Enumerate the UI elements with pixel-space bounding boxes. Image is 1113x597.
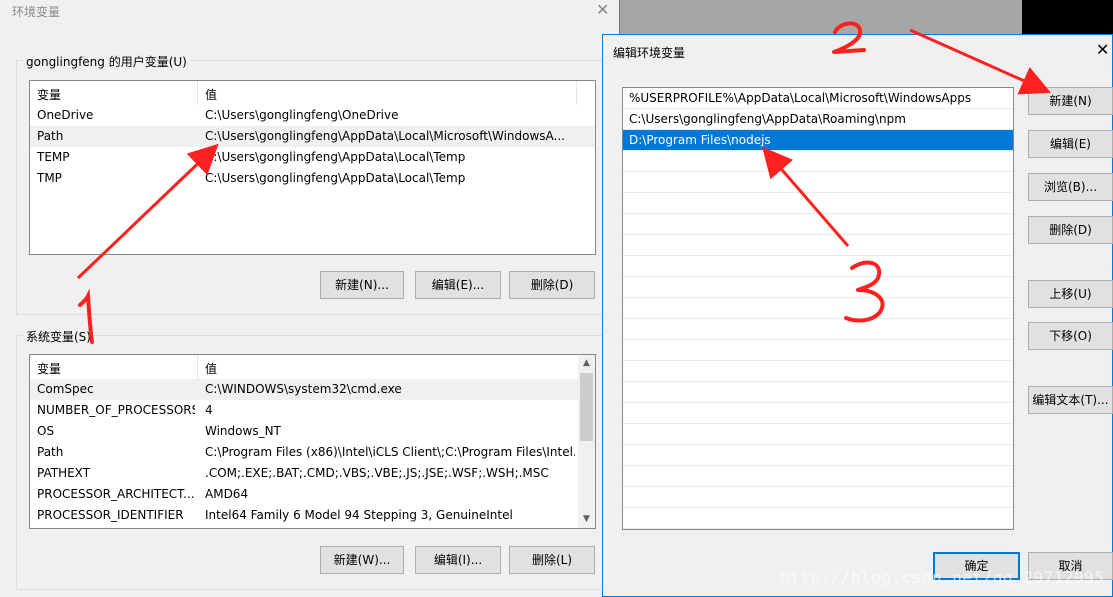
user-variables-list[interactable]: 变量 值 OneDrive C:\Users\gonglingfeng\OneD…: [29, 80, 596, 255]
variable-value: AMD64: [205, 487, 249, 501]
new-button[interactable]: 新建(N): [1028, 87, 1113, 115]
path-entries-list[interactable]: %USERPROFILE%\AppData\Local\Microsoft\Wi…: [622, 87, 1014, 530]
table-row-selected[interactable]: Path C:\Users\gonglingfeng\AppData\Local…: [30, 126, 595, 147]
scroll-up-icon[interactable]: ▲: [578, 355, 595, 372]
variable-value: C:\Users\gonglingfeng\AppData\Local\Temp: [205, 150, 466, 164]
empty-list-item[interactable]: [623, 466, 1013, 487]
variable-name: ComSpec: [37, 382, 94, 396]
list-item[interactable]: %USERPROFILE%\AppData\Local\Microsoft\Wi…: [623, 88, 1013, 109]
table-row[interactable]: PROCESSOR_ARCHITECT... AMD64: [30, 484, 595, 505]
table-row[interactable]: PROCESSOR_IDENTIFIER Intel64 Family 6 Mo…: [30, 505, 595, 526]
empty-list-item[interactable]: [623, 487, 1013, 508]
table-row[interactable]: OS Windows_NT: [30, 421, 595, 442]
empty-list-item[interactable]: [623, 445, 1013, 466]
close-icon[interactable]: ✕: [596, 0, 609, 20]
empty-list-item[interactable]: [623, 382, 1013, 403]
edit-text-button[interactable]: 编辑文本(T)...: [1028, 386, 1113, 414]
empty-list-item[interactable]: [623, 508, 1013, 529]
empty-list-item[interactable]: [623, 424, 1013, 445]
browse-button[interactable]: 浏览(B)...: [1028, 173, 1113, 201]
variable-name: NUMBER_OF_PROCESSORS: [37, 403, 195, 417]
system-edit-button[interactable]: 编辑(I)...: [415, 546, 501, 574]
dialog-title: 编辑环境变量: [613, 46, 686, 60]
variable-value: .COM;.EXE;.BAT;.CMD;.VBS;.VBE;.JS;.JSE;.…: [205, 466, 549, 480]
empty-list-item[interactable]: [623, 235, 1013, 256]
list-header: 变量 值: [30, 355, 595, 379]
column-header-value[interactable]: 值: [205, 86, 217, 103]
variable-name: TMP: [37, 171, 62, 185]
column-header-value[interactable]: 值: [205, 360, 217, 377]
variable-value: Windows_NT: [205, 424, 281, 438]
variable-value: C:\Users\gonglingfeng\AppData\Local\Temp: [205, 171, 466, 185]
table-row[interactable]: OneDrive C:\Users\gonglingfeng\OneDrive: [30, 105, 595, 126]
variable-name: TEMP: [37, 150, 70, 164]
empty-list-item[interactable]: [623, 193, 1013, 214]
table-row[interactable]: PATHEXT .COM;.EXE;.BAT;.CMD;.VBS;.VBE;.J…: [30, 463, 595, 484]
edit-environment-variable-dialog: 编辑环境变量 ✕ %USERPROFILE%\AppData\Local\Mic…: [602, 34, 1113, 597]
system-variables-list[interactable]: 变量 值 ComSpec C:\WINDOWS\system32\cmd.exe…: [29, 354, 596, 529]
user-delete-button[interactable]: 删除(D): [509, 271, 595, 299]
column-header-variable[interactable]: 变量: [37, 360, 61, 377]
empty-list-item[interactable]: [623, 340, 1013, 361]
move-down-button[interactable]: 下移(O): [1028, 322, 1113, 350]
variable-value: C:\Users\gonglingfeng\OneDrive: [205, 108, 399, 122]
empty-list-item[interactable]: [623, 319, 1013, 340]
variable-name: Path: [37, 445, 64, 459]
variable-value: C:\Program Files (x86)\Intel\iCLS Client…: [205, 445, 575, 459]
close-icon[interactable]: ✕: [1096, 40, 1109, 60]
window-title: 环境变量: [12, 5, 61, 19]
variable-name: Path: [37, 129, 64, 143]
edit-button[interactable]: 编辑(E): [1028, 130, 1113, 158]
user-variables-label: gonglingfeng 的用户变量(U): [23, 53, 190, 70]
variable-value: 4: [205, 403, 213, 417]
system-new-button[interactable]: 新建(W)...: [320, 546, 404, 574]
system-variables-label: 系统变量(S): [23, 328, 94, 345]
column-header-variable[interactable]: 变量: [37, 86, 61, 103]
variable-name: OS: [37, 424, 55, 438]
empty-list-item[interactable]: [623, 151, 1013, 172]
list-item[interactable]: C:\Users\gonglingfeng\AppData\Roaming\np…: [623, 109, 1013, 130]
vertical-scrollbar[interactable]: ▲ ▼: [578, 355, 595, 528]
list-item-selected[interactable]: D:\Program Files\nodejs: [623, 130, 1013, 151]
variable-value: C:\WINDOWS\system32\cmd.exe: [205, 382, 402, 396]
environment-variables-window: 环境变量 ✕ gonglingfeng 的用户变量(U) 变量 值 OneDri…: [0, 0, 620, 597]
user-new-button[interactable]: 新建(N)...: [320, 271, 404, 299]
table-row[interactable]: Path C:\Program Files (x86)\Intel\iCLS C…: [30, 442, 595, 463]
table-row[interactable]: TMP C:\Users\gonglingfeng\AppData\Local\…: [30, 168, 595, 189]
variable-value: C:\Users\gonglingfeng\AppData\Local\Micr…: [205, 129, 565, 143]
empty-list-item[interactable]: [623, 256, 1013, 277]
user-edit-button[interactable]: 编辑(E)...: [415, 271, 501, 299]
scroll-down-icon[interactable]: ▼: [578, 511, 595, 528]
table-row[interactable]: TEMP C:\Users\gonglingfeng\AppData\Local…: [30, 147, 595, 168]
empty-list-item[interactable]: [623, 277, 1013, 298]
empty-list-item[interactable]: [623, 172, 1013, 193]
list-header: 变量 值: [30, 81, 595, 105]
move-up-button[interactable]: 上移(U): [1028, 280, 1113, 308]
empty-list-item[interactable]: [623, 214, 1013, 235]
variable-name: PATHEXT: [37, 466, 91, 480]
empty-list-item[interactable]: [623, 361, 1013, 382]
table-row-selected[interactable]: ComSpec C:\WINDOWS\system32\cmd.exe: [30, 379, 595, 400]
variable-name: PROCESSOR_ARCHITECT...: [37, 487, 195, 501]
empty-list-item[interactable]: [623, 298, 1013, 319]
variable-name: PROCESSOR_IDENTIFIER: [37, 508, 184, 522]
table-row[interactable]: NUMBER_OF_PROCESSORS 4: [30, 400, 595, 421]
variable-value: Intel64 Family 6 Model 94 Stepping 3, Ge…: [205, 508, 513, 522]
variable-name: OneDrive: [37, 108, 94, 122]
system-delete-button[interactable]: 删除(L): [509, 546, 595, 574]
empty-list-item[interactable]: [623, 403, 1013, 424]
scrollbar-thumb[interactable]: [580, 373, 593, 441]
watermark: http://blog.csdn.net/qq_29712995: [780, 568, 1105, 587]
delete-button[interactable]: 删除(D): [1028, 216, 1113, 244]
